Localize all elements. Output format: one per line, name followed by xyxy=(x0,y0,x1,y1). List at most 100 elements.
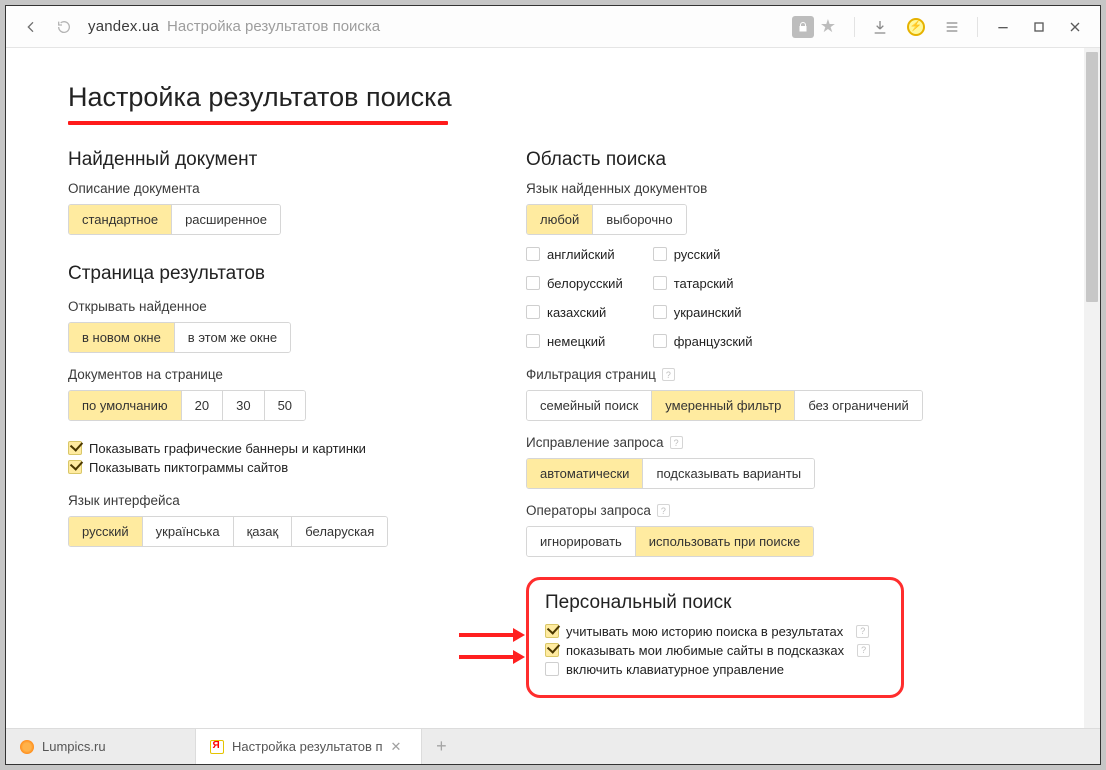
checkbox-keyboard-control-label: включить клавиатурное управление xyxy=(566,662,784,677)
checkbox-favicons[interactable] xyxy=(68,460,82,474)
correct-opt-auto[interactable]: автоматически xyxy=(527,459,642,488)
personal-search-heading: Персональный поиск xyxy=(545,592,885,614)
help-icon[interactable]: ? xyxy=(856,625,869,638)
checkbox-show-favorites[interactable] xyxy=(545,643,559,657)
reload-button[interactable] xyxy=(52,12,76,42)
tab-close-icon[interactable]: ✕ xyxy=(391,739,402,755)
ui-lang-opt-ru[interactable]: русский xyxy=(69,517,142,546)
address-bar[interactable]: yandex.ua Настройка результатов поиска ★ xyxy=(88,16,836,38)
back-button[interactable] xyxy=(14,12,48,42)
open-opt-same-window[interactable]: в этом же окне xyxy=(174,323,290,352)
lang-checkbox-english[interactable] xyxy=(526,247,540,261)
results-page-heading: Страница результатов xyxy=(68,263,486,285)
ui-language-segmented: русский українська қазақ беларуская xyxy=(68,516,388,547)
per-page-opt-50[interactable]: 50 xyxy=(264,391,305,420)
annotation-underline xyxy=(68,121,448,125)
favicon-icon xyxy=(20,740,34,754)
per-page-opt-default[interactable]: по умолчанию xyxy=(69,391,181,420)
help-icon[interactable]: ? xyxy=(857,644,870,657)
lang-label-belarusian: белорусский xyxy=(547,276,623,291)
page-content: Настройка результатов поиска Найденный д… xyxy=(6,48,1100,728)
filter-opt-none[interactable]: без ограничений xyxy=(794,391,921,420)
description-opt-standard[interactable]: стандартное xyxy=(69,205,171,234)
found-document-heading: Найденный документ xyxy=(68,149,486,171)
lang-label-german: немецкий xyxy=(547,334,605,349)
ops-opt-ignore[interactable]: игнорировать xyxy=(527,527,635,556)
new-tab-button[interactable]: + xyxy=(422,729,460,764)
tab-label: Lumpics.ru xyxy=(42,739,106,754)
menu-icon[interactable] xyxy=(935,12,969,42)
browser-window: yandex.ua Настройка результатов поиска ★… xyxy=(5,5,1101,765)
filter-opt-family[interactable]: семейный поиск xyxy=(527,391,651,420)
open-found-label: Открывать найденное xyxy=(68,299,486,314)
lang-label-ukrainian: украинский xyxy=(674,305,742,320)
page-title: Настройка результатов поиска xyxy=(68,82,1070,113)
bookmark-star-icon[interactable]: ★ xyxy=(820,16,836,37)
window-close-button[interactable] xyxy=(1058,12,1092,42)
browser-toolbar: yandex.ua Настройка результатов поиска ★… xyxy=(6,6,1100,48)
ui-lang-opt-uk[interactable]: українська xyxy=(142,517,233,546)
lang-label-french: французский xyxy=(674,334,753,349)
page-filter-label: Фильтрация страниц? xyxy=(526,367,956,382)
doc-language-segmented: любой выборочно xyxy=(526,204,687,235)
ui-lang-opt-kk[interactable]: қазақ xyxy=(233,517,292,546)
filter-opt-moderate[interactable]: умеренный фильтр xyxy=(651,391,794,420)
lang-checkbox-belarusian[interactable] xyxy=(526,276,540,290)
window-minimize-button[interactable] xyxy=(986,12,1020,42)
arrow-icon xyxy=(459,650,523,664)
query-correction-label: Исправление запроса? xyxy=(526,435,956,450)
personal-search-highlight: Персональный поиск учитывать мою историю… xyxy=(526,577,904,698)
ui-lang-opt-be[interactable]: беларуская xyxy=(291,517,387,546)
vertical-scrollbar[interactable] xyxy=(1084,48,1100,728)
open-opt-new-window[interactable]: в новом окне xyxy=(69,323,174,352)
per-page-segmented: по умолчанию 20 30 50 xyxy=(68,390,306,421)
help-icon[interactable]: ? xyxy=(662,368,675,381)
help-icon[interactable]: ? xyxy=(657,504,670,517)
checkbox-show-favorites-label: показывать мои любимые сайты в подсказка… xyxy=(566,643,844,658)
per-page-label: Документов на странице xyxy=(68,367,486,382)
lang-checkbox-german[interactable] xyxy=(526,334,540,348)
lang-checkbox-ukrainian[interactable] xyxy=(653,305,667,319)
query-operators-segmented: игнорировать использовать при поиске xyxy=(526,526,814,557)
checkbox-banners[interactable] xyxy=(68,441,82,455)
lang-label-english: английский xyxy=(547,247,615,262)
checkbox-favicons-label: Показывать пиктограммы сайтов xyxy=(89,460,288,475)
tab-label: Настройка результатов п xyxy=(232,739,383,754)
favicon-icon xyxy=(210,740,224,754)
doclang-opt-any[interactable]: любой xyxy=(527,205,592,234)
column-right: Область поиска Язык найденных документов… xyxy=(526,143,956,698)
lang-label-tatar: татарский xyxy=(674,276,734,291)
download-icon[interactable] xyxy=(863,12,897,42)
tab-lumpics[interactable]: Lumpics.ru xyxy=(6,729,196,764)
column-left: Найденный документ Описание документа ст… xyxy=(68,143,486,698)
lang-checkbox-french[interactable] xyxy=(653,334,667,348)
query-operators-label: Операторы запроса? xyxy=(526,503,956,518)
lang-checkbox-russian[interactable] xyxy=(653,247,667,261)
address-domain: yandex.ua xyxy=(88,18,159,35)
description-label: Описание документа xyxy=(68,181,486,196)
doclang-opt-selective[interactable]: выборочно xyxy=(592,205,685,234)
ops-opt-use[interactable]: использовать при поиске xyxy=(635,527,813,556)
per-page-opt-20[interactable]: 20 xyxy=(181,391,222,420)
checkbox-banners-label: Показывать графические баннеры и картинк… xyxy=(89,441,366,456)
checkbox-keyboard-control[interactable] xyxy=(545,662,559,676)
window-maximize-button[interactable] xyxy=(1022,12,1056,42)
lang-label-kazakh: казахский xyxy=(547,305,606,320)
annotation-arrows xyxy=(459,628,523,664)
description-segmented: стандартное расширенное xyxy=(68,204,281,235)
doc-language-label: Язык найденных документов xyxy=(526,181,956,196)
extensions-icon[interactable]: ⚡ xyxy=(899,12,933,42)
description-opt-extended[interactable]: расширенное xyxy=(171,205,280,234)
lang-checkbox-kazakh[interactable] xyxy=(526,305,540,319)
per-page-opt-30[interactable]: 30 xyxy=(222,391,263,420)
page-filter-segmented: семейный поиск умеренный фильтр без огра… xyxy=(526,390,923,421)
checkbox-use-history[interactable] xyxy=(545,624,559,638)
help-icon[interactable]: ? xyxy=(670,436,683,449)
checkbox-use-history-label: учитывать мою историю поиска в результат… xyxy=(566,624,843,639)
query-correction-segmented: автоматически подсказывать варианты xyxy=(526,458,815,489)
lang-checkbox-tatar[interactable] xyxy=(653,276,667,290)
tab-yandex-settings[interactable]: Настройка результатов п ✕ xyxy=(196,729,422,764)
address-page-title: Настройка результатов поиска xyxy=(167,18,380,35)
lang-label-russian: русский xyxy=(674,247,721,262)
correct-opt-suggest[interactable]: подсказывать варианты xyxy=(642,459,814,488)
